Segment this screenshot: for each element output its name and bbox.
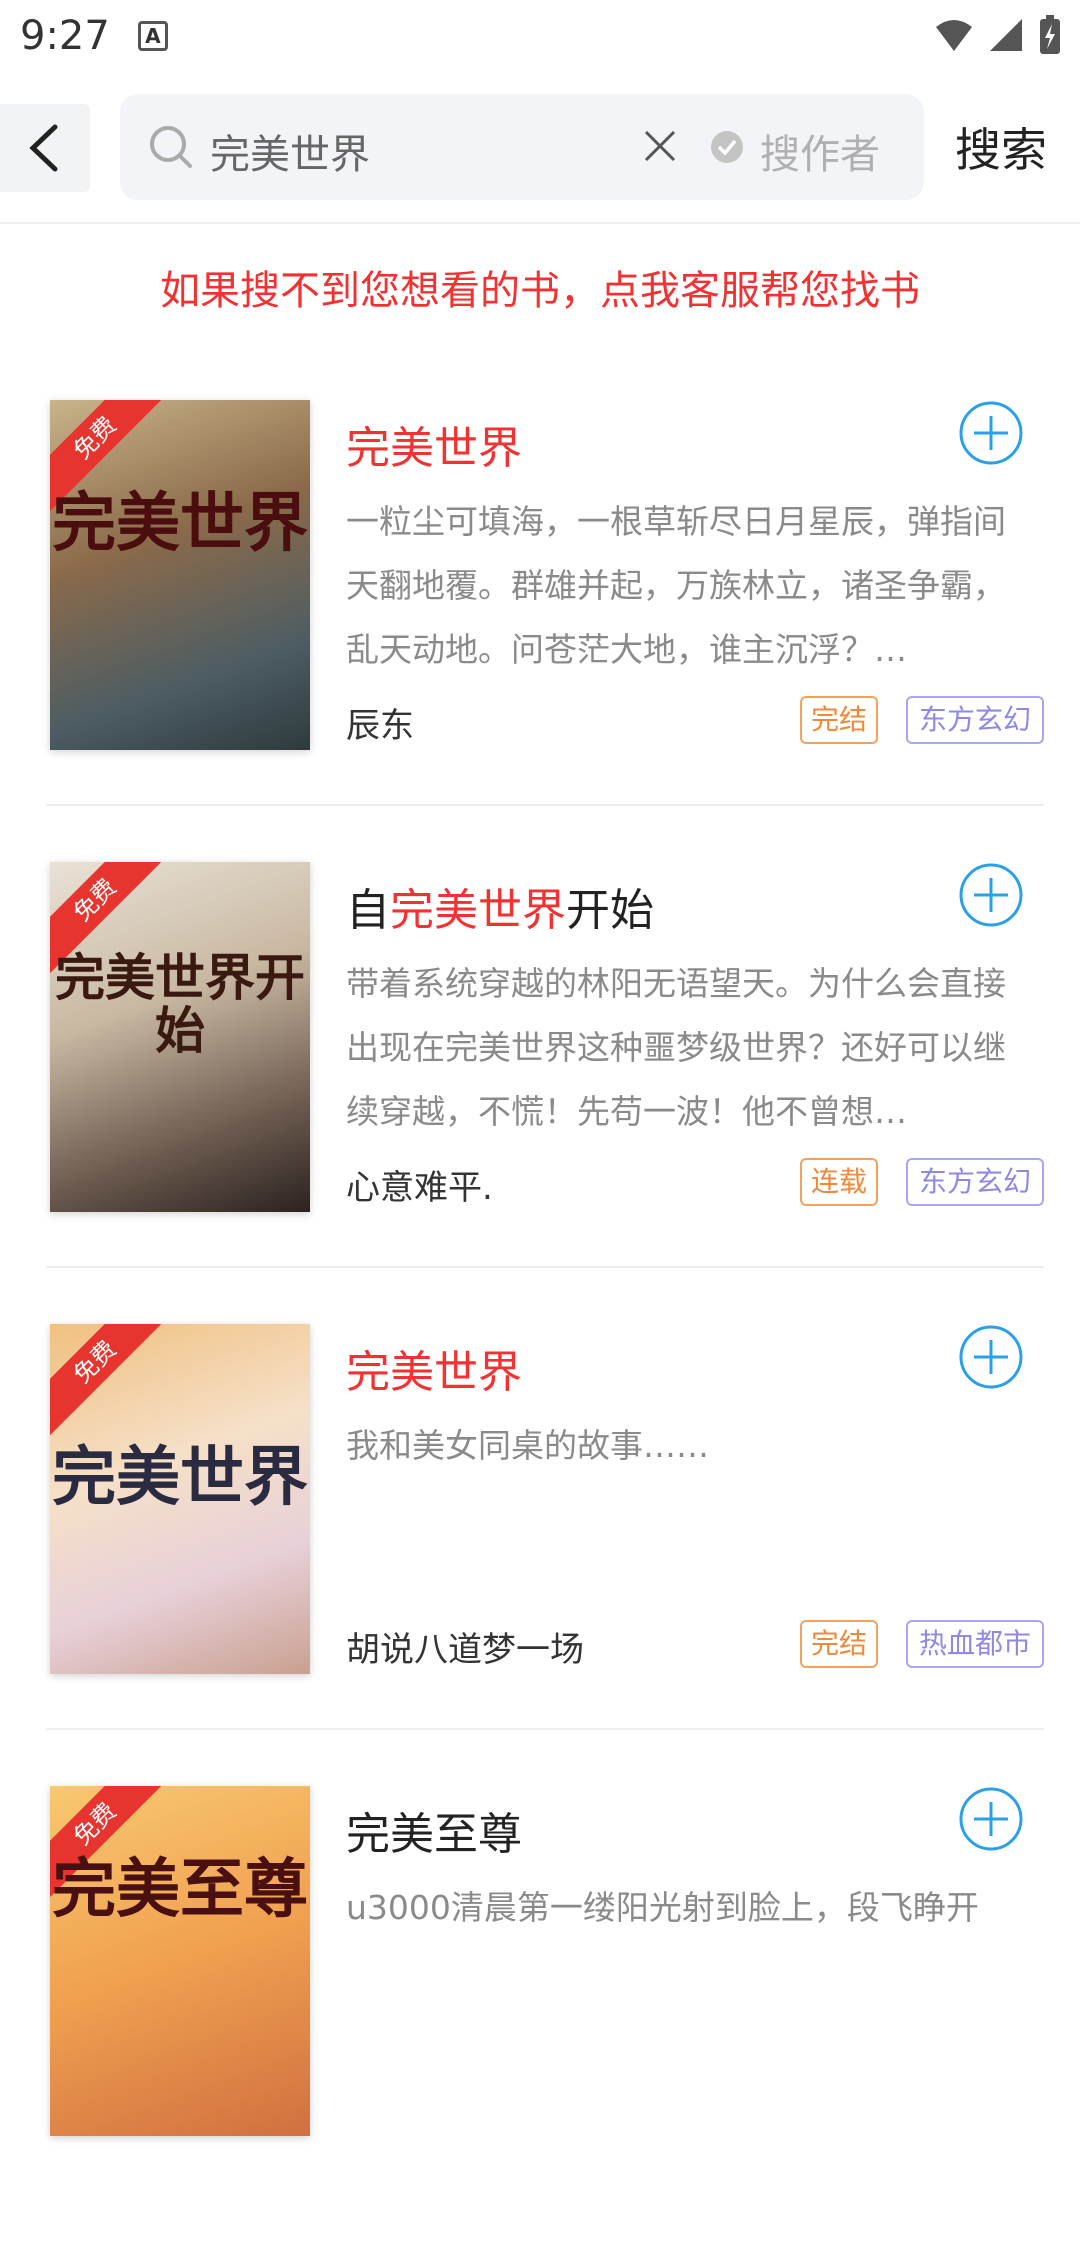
book-title[interactable]: 完美世界 bbox=[346, 1336, 522, 1400]
add-to-shelf-icon[interactable] bbox=[958, 1324, 1024, 1390]
list-divider bbox=[46, 1266, 1044, 1268]
status-tag: 完结 bbox=[800, 1620, 878, 1668]
free-badge: 免费 bbox=[50, 1324, 170, 1437]
book-cover[interactable]: 免费 完美世界开始 bbox=[50, 862, 310, 1212]
book-cover[interactable]: 免费 完美至尊 bbox=[50, 1786, 310, 2136]
help-find-book-link[interactable]: 如果搜不到您想看的书，点我客服帮您找书 bbox=[0, 258, 1080, 316]
status-tag: 连载 bbox=[800, 1158, 878, 1206]
search-icon bbox=[150, 126, 192, 168]
book-description: 带着系统穿越的林阳无语望天。为什么会直接出现在完美世界这种噩梦级世界？还好可以继… bbox=[346, 964, 1006, 1131]
back-button[interactable] bbox=[0, 104, 90, 192]
battery-icon bbox=[1040, 15, 1060, 54]
status-icons bbox=[934, 14, 1062, 56]
book-item[interactable]: 免费 完美世界 完美世界 我和美女同桌的故事…… 胡说八道梦一场 完结 热血都市 bbox=[0, 1324, 1080, 1786]
book-item[interactable]: 免费 完美世界开始 自完美世界开始 带着系统穿越的林阳无语望天。为什么会直接出现… bbox=[0, 862, 1080, 1324]
genre-tag: 东方玄幻 bbox=[906, 696, 1044, 744]
search-header: 完美世界 搜作者 搜索 bbox=[0, 88, 1080, 208]
wifi-icon bbox=[936, 20, 972, 51]
status-time: 9:27 bbox=[20, 13, 110, 59]
cover-title: 完美世界 bbox=[52, 486, 308, 561]
status-tag: 完结 bbox=[800, 696, 878, 744]
book-title[interactable]: 完美至尊 bbox=[346, 1798, 522, 1862]
list-divider bbox=[46, 804, 1044, 806]
close-icon[interactable] bbox=[640, 126, 680, 166]
search-by-author-toggle[interactable]: 搜作者 bbox=[760, 122, 880, 180]
status-bar: 9:27 A bbox=[0, 0, 1080, 72]
book-author: 辰东 bbox=[346, 706, 414, 746]
book-cover[interactable]: 免费 完美世界 bbox=[50, 400, 310, 750]
book-author: 心意难平. bbox=[346, 1168, 493, 1208]
header-divider bbox=[0, 222, 1080, 224]
book-title[interactable]: 完美世界 bbox=[346, 412, 522, 476]
search-button[interactable]: 搜索 bbox=[955, 114, 1047, 180]
chevron-left-icon bbox=[29, 124, 58, 172]
cover-title: 完美世界 bbox=[52, 1440, 308, 1515]
book-item[interactable]: 免费 完美世界 完美世界 一粒尘可填海，一根草斩尽日月星辰，弹指间天翻地覆。群雄… bbox=[0, 400, 1080, 862]
book-description: 一粒尘可填海，一根草斩尽日月星辰，弹指间天翻地覆。群雄并起，万族林立，诸圣争霸，… bbox=[346, 502, 1006, 669]
book-item[interactable]: 免费 完美至尊 完美至尊 u3000清晨第一缕阳光射到脸上，段飞睁开 bbox=[0, 1786, 1080, 2248]
book-author: 胡说八道梦一场 bbox=[346, 1630, 584, 1670]
list-divider bbox=[46, 1728, 1044, 1730]
book-title[interactable]: 自完美世界开始 bbox=[346, 874, 654, 938]
cover-title: 完美世界开始 bbox=[55, 948, 305, 1060]
genre-tag: 热血都市 bbox=[906, 1620, 1044, 1668]
add-to-shelf-icon[interactable] bbox=[958, 862, 1024, 928]
add-to-shelf-icon[interactable] bbox=[958, 1786, 1024, 1852]
notification-a-icon: A bbox=[137, 21, 168, 51]
search-input[interactable]: 完美世界 搜作者 bbox=[120, 94, 924, 200]
search-query-text[interactable]: 完美世界 bbox=[210, 122, 370, 180]
book-cover[interactable]: 免费 完美世界 bbox=[50, 1324, 310, 1674]
genre-tag: 东方玄幻 bbox=[906, 1158, 1044, 1206]
cover-title: 完美至尊 bbox=[52, 1852, 308, 1927]
book-description: 我和美女同桌的故事…… bbox=[346, 1426, 709, 1465]
signal-icon bbox=[990, 19, 1022, 51]
book-description: u3000清晨第一缕阳光射到脸上，段飞睁开 bbox=[346, 1888, 979, 1927]
add-to-shelf-icon[interactable] bbox=[958, 400, 1024, 466]
check-circle-icon[interactable] bbox=[710, 130, 744, 164]
